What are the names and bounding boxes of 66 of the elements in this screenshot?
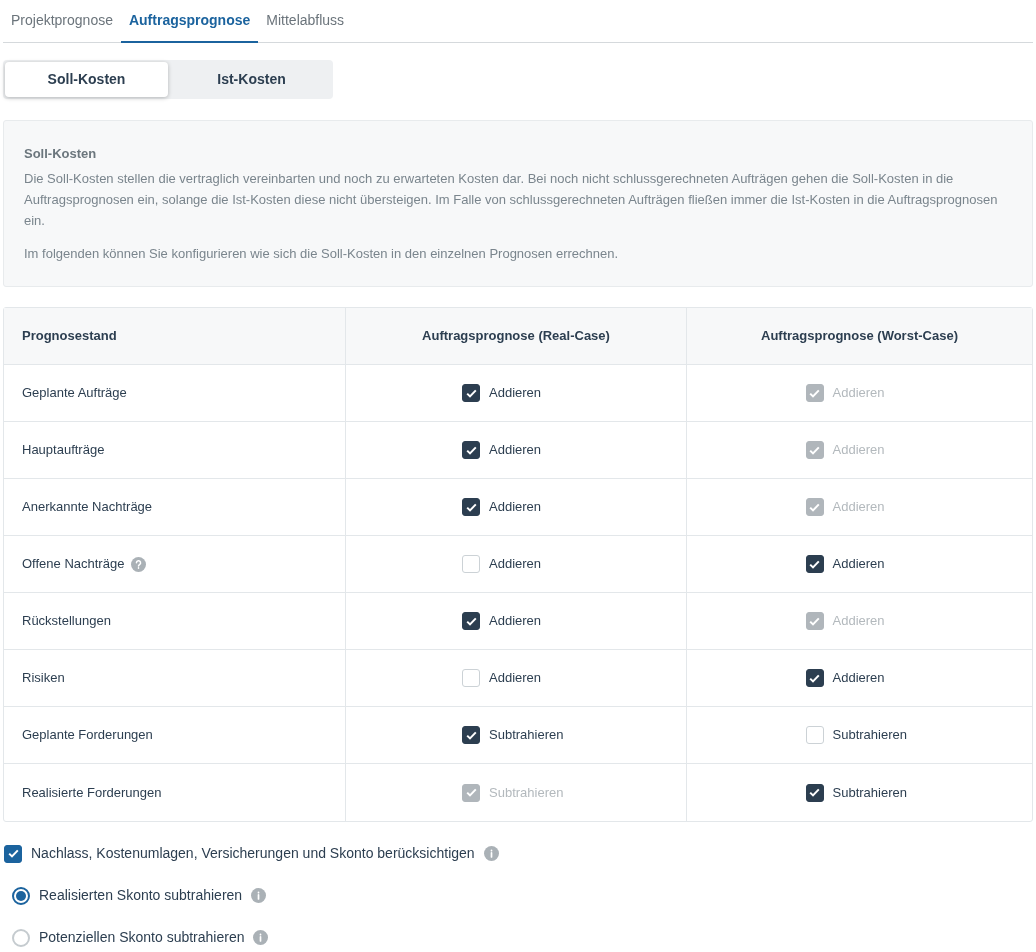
option-label: Nachlass, Kostenumlagen, Versicherungen und Skonto berücksichtigen — [31, 844, 475, 863]
checkbox-label: Addieren — [489, 669, 542, 688]
checkbox-label: Addieren — [489, 498, 542, 517]
tab[interactable]: Auftragsprognose — [120, 0, 259, 43]
radio-button[interactable] — [12, 886, 30, 905]
checkbox-label: Addieren — [832, 669, 885, 688]
checkmark-icon — [465, 788, 477, 797]
checkbox-label: Addieren — [489, 384, 542, 403]
radio-label: Realisierten Skonto subtrahieren — [39, 886, 243, 905]
checkmark-icon — [465, 730, 477, 740]
info-text: Im folgenden können Sie konfigurieren wie sich die Soll-Kosten in den einzelnen Prognosen errechnen. — [24, 245, 620, 263]
checkbox[interactable] — [462, 726, 480, 744]
checkmark-icon — [809, 788, 820, 797]
row-label: Geplante Aufträge — [22, 384, 127, 403]
checkbox[interactable] — [462, 384, 480, 402]
checkbox[interactable] — [4, 844, 22, 863]
checkmark-icon — [465, 616, 477, 626]
checkmark-icon — [809, 502, 820, 512]
checkmark-icon — [809, 445, 820, 455]
checkmark-icon — [809, 559, 820, 569]
checkbox[interactable] — [462, 441, 480, 459]
checkbox-label: Addieren — [489, 441, 542, 460]
row-label: Geplante Forderungen — [22, 726, 153, 745]
checkbox[interactable] — [462, 612, 480, 630]
checkbox[interactable] — [462, 498, 480, 516]
row-label: Realisierte Forderungen — [22, 783, 162, 802]
checkbox-label: Subtrahieren — [832, 783, 907, 802]
checkbox-label: Addieren — [832, 441, 885, 460]
column-header: Prognosestand — [21, 327, 118, 346]
radio-label: Potenziellen Skonto subtrahieren — [39, 928, 245, 947]
info-icon[interactable] — [251, 888, 267, 903]
checkbox[interactable] — [805, 783, 824, 802]
row-label: Rückstellungen — [22, 612, 111, 631]
checkbox-label: Subtrahieren — [489, 726, 564, 745]
checkbox-label: Addieren — [489, 612, 542, 631]
row-label: Offene Nachträge — [22, 555, 125, 574]
checkmark-icon — [465, 445, 477, 455]
row-label: Anerkannte Nachträge — [22, 498, 153, 517]
info-icon[interactable] — [253, 930, 269, 945]
column-header: Auftragsprognose (Real-Case) — [345, 308, 686, 364]
column-header: Auftragsprognose (Worst-Case) — [686, 308, 1032, 364]
checkmark-icon — [7, 849, 19, 858]
info-title: Soll-Kosten — [24, 145, 98, 163]
tab[interactable]: Mittelabfluss — [258, 0, 353, 43]
tab[interactable]: Projektprognose — [3, 0, 121, 43]
checkbox-label: Addieren — [832, 612, 885, 631]
checkbox-label: Addieren — [832, 555, 885, 574]
checkbox-label: Subtrahieren — [489, 783, 564, 802]
checkmark-icon — [465, 502, 477, 512]
checkmark-icon — [465, 388, 477, 398]
checkbox[interactable] — [805, 669, 824, 687]
checkbox-label: Subtrahieren — [832, 726, 907, 745]
checkbox-label: Addieren — [832, 498, 885, 517]
segment-button[interactable]: Soll-Kosten — [5, 62, 168, 97]
info-text: Die Soll-Kosten stellen die vertraglich vereinbarten und noch zu erwarteten Kosten dar. Bei noch nicht schlussgerechneten Aufträgen gehen die Soll-Kosten in die Auftragsprognosen ein, solange die Ist-Kosten diese nicht übersteigen. Im Falle von schlussgerechneten Aufträgen fließen immer die Ist-Kosten in die Auftragsprognosen ein. — [24, 170, 999, 230]
segment-button[interactable]: Ist-Kosten — [170, 60, 333, 99]
checkmark-icon — [809, 616, 820, 626]
checkbox-label: Addieren — [489, 555, 542, 574]
row-label: Risiken — [22, 669, 65, 688]
checkbox-label: Addieren — [832, 384, 885, 403]
checkmark-icon — [809, 388, 820, 398]
checkmark-icon — [809, 673, 820, 683]
row-label: Hauptaufträge — [22, 441, 105, 460]
info-icon[interactable] — [483, 846, 499, 861]
help-icon[interactable] — [131, 556, 147, 572]
checkbox[interactable] — [805, 555, 824, 573]
